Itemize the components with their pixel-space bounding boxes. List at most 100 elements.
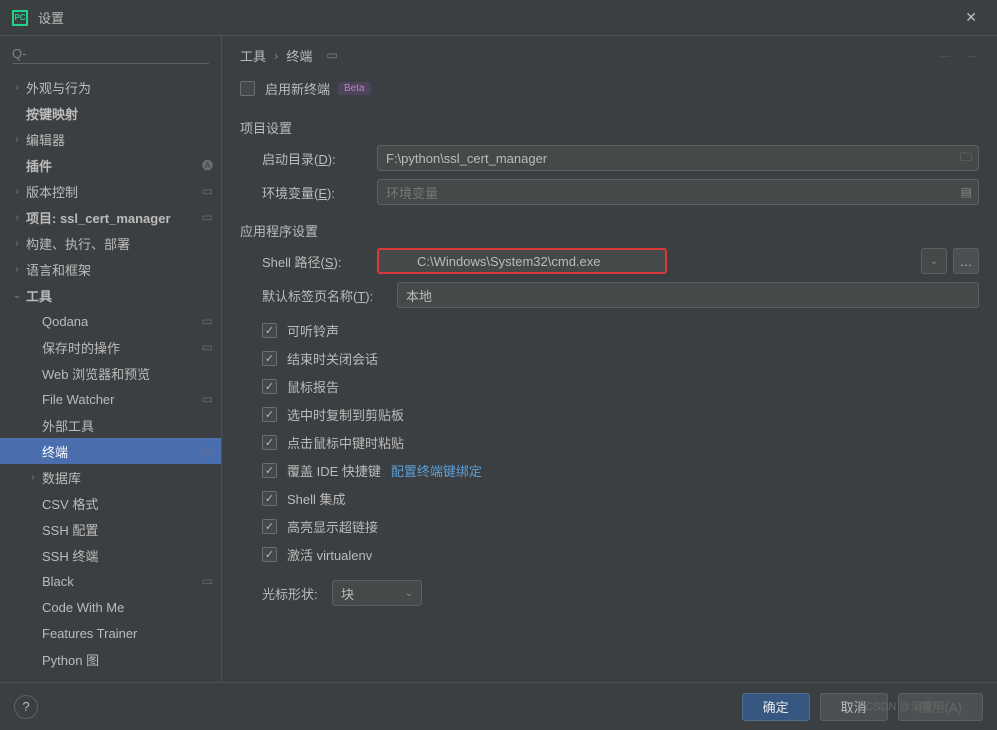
list-icon[interactable]: ▤ [961, 185, 972, 199]
sidebar-item[interactable]: ›项目: ssl_cert_manager▭ [0, 204, 221, 230]
breadcrumb-parent[interactable]: 工具 [240, 46, 266, 65]
checkbox-activate-venv[interactable] [262, 547, 277, 562]
section-project-settings: 项目设置 [240, 118, 979, 137]
sidebar-item[interactable]: SSH 终端 [0, 542, 221, 568]
row-env-var: 环境变量(E): 环境变量 ▤ [262, 179, 979, 205]
row-cursor-shape: 光标形状: 块 ⌄ [262, 580, 979, 606]
row-close-session[interactable]: 结束时关闭会话 [262, 344, 979, 372]
chevron-icon: ⌄ [12, 290, 22, 301]
close-icon[interactable]: ✕ [957, 5, 985, 30]
checkbox-close-session[interactable] [262, 351, 277, 366]
checkbox-copy-select[interactable] [262, 407, 277, 422]
sidebar-item[interactable]: 保存时的操作▭ [0, 334, 221, 360]
sidebar-item[interactable]: 终端 ▭ [0, 438, 221, 464]
sidebar-item[interactable]: Web 浏览器和预览 [0, 360, 221, 386]
folder-icon[interactable]: 🗀 [960, 148, 972, 169]
sidebar-item[interactable]: ›版本控制▭ [0, 178, 221, 204]
sidebar-item-label: Qodana [42, 314, 196, 329]
sidebar-item[interactable]: Code With Me [0, 594, 221, 620]
forward-icon[interactable]: → [963, 46, 979, 64]
sidebar-item-label: 插件 [26, 156, 202, 175]
sidebar-item[interactable]: 按键映射 [0, 100, 221, 126]
checkbox-highlight-links[interactable] [262, 519, 277, 534]
sidebar-item-label: 外观与行为 [26, 78, 213, 97]
sidebar-item-label: 编辑器 [26, 130, 213, 149]
label-shell-integration: Shell 集成 [287, 489, 346, 508]
sidebar-item[interactable]: SSH 配置 [0, 516, 221, 542]
chevron-icon: › [28, 472, 38, 483]
sidebar-item-label: 数据库 [42, 468, 213, 487]
section-app-settings: 应用程序设置 [240, 221, 979, 240]
chevron-right-icon: › [274, 48, 278, 63]
sidebar-item[interactable]: ›外观与行为 [0, 74, 221, 100]
row-mouse-report[interactable]: 鼠标报告 [262, 372, 979, 400]
checkbox-enable-new-terminal[interactable] [240, 81, 255, 96]
sidebar-item[interactable]: 外部工具 [0, 412, 221, 438]
label-env-var: 环境变量(E): [262, 183, 377, 202]
label-activate-venv: 激活 virtualenv [287, 545, 372, 564]
sidebar-item[interactable]: ›语言和框架 [0, 256, 221, 282]
input-start-dir[interactable]: F:\python\ssl_cert_manager 🗀 [377, 145, 979, 171]
help-button[interactable]: ? [14, 695, 38, 719]
sidebar-item[interactable]: › 构建、执行、部署 [0, 230, 221, 256]
input-env-var[interactable]: 环境变量 ▤ [377, 179, 979, 205]
apply-button[interactable]: 应用(A) [898, 693, 983, 721]
input-default-tab[interactable]: 本地 [397, 282, 979, 308]
chevron-icon: › [12, 238, 22, 249]
input-shell-path-highlight[interactable]: C:\Windows\System32\cmd.exe [377, 248, 667, 274]
beta-badge: Beta [338, 82, 371, 95]
checkbox-mouse-report[interactable] [262, 379, 277, 394]
back-icon[interactable]: ← [937, 46, 953, 64]
settings-tree[interactable]: ›外观与行为按键映射›编辑器插件🅐›版本控制▭›项目: ssl_cert_man… [0, 74, 221, 682]
label-shell-path: Shell 路径(S): [262, 252, 377, 271]
row-override-ide[interactable]: 覆盖 IDE 快捷键配置终端键绑定 [262, 456, 979, 484]
project-scope-icon: ▭ [202, 574, 213, 588]
sidebar-item-label: Web 浏览器和预览 [42, 364, 213, 383]
row-middle-paste[interactable]: 点击鼠标中键时粘贴 [262, 428, 979, 456]
sidebar-item[interactable]: Python 图 [0, 646, 221, 672]
row-activate-venv[interactable]: 激活 virtualenv [262, 540, 979, 568]
value-shell-path: C:\Windows\System32\cmd.exe [417, 254, 601, 269]
sidebar-item-label: 工具 [26, 286, 213, 305]
sidebar-item[interactable]: Qodana▭ [0, 308, 221, 334]
sidebar-item[interactable]: ›编辑器 [0, 126, 221, 152]
search-row [0, 36, 221, 74]
row-shell-integration[interactable]: Shell 集成 [262, 484, 979, 512]
project-scope-icon: ▭ [202, 392, 213, 406]
checkbox-middle-paste[interactable] [262, 435, 277, 450]
label-mouse-report: 鼠标报告 [287, 377, 339, 396]
sidebar-item-label: Black [42, 574, 196, 589]
checkbox-shell-integration[interactable] [262, 491, 277, 506]
sidebar-item[interactable]: 插件🅐 [0, 152, 221, 178]
sidebar-item[interactable]: › 数据库 [0, 464, 221, 490]
select-cursor-shape[interactable]: 块 ⌄ [332, 580, 422, 606]
row-highlight-links[interactable]: 高亮显示超链接 [262, 512, 979, 540]
browse-button[interactable]: … [953, 248, 979, 274]
ok-button[interactable]: 确定 [742, 693, 810, 721]
label-override-ide: 覆盖 IDE 快捷键 [287, 461, 381, 480]
sidebar-item-label: 终端 [42, 442, 196, 461]
sidebar-item-label: 构建、执行、部署 [26, 234, 213, 253]
link-configure-keys[interactable]: 配置终端键绑定 [391, 461, 482, 480]
sidebar-item[interactable]: Features Trainer [0, 620, 221, 646]
sidebar-item-label: 按键映射 [26, 104, 213, 123]
reset-icon[interactable]: ▭ [326, 48, 337, 62]
checkbox-audible[interactable] [262, 323, 277, 338]
label-middle-paste: 点击鼠标中键时粘贴 [287, 433, 404, 452]
sidebar-item[interactable]: CSV 格式 [0, 490, 221, 516]
sidebar-item[interactable]: File Watcher▭ [0, 386, 221, 412]
checkbox-override-ide[interactable] [262, 463, 277, 478]
row-audible[interactable]: 可听铃声 [262, 316, 979, 344]
label-cursor-shape: 光标形状: [262, 584, 332, 603]
titlebar: 设置 ✕ [0, 0, 997, 35]
row-copy-select[interactable]: 选中时复制到剪贴板 [262, 400, 979, 428]
sidebar-item-label: Python 图 [42, 650, 213, 669]
sidebar-item[interactable]: ⌄ 工具 [0, 282, 221, 308]
cancel-button[interactable]: 取消 [820, 693, 888, 721]
sidebar-item[interactable]: Black ▭ [0, 568, 221, 594]
chevron-icon: › [12, 186, 22, 197]
search-input[interactable] [12, 44, 209, 64]
shell-path-dropdown[interactable]: ⌄ [921, 248, 947, 274]
row-enable-new-terminal[interactable]: 启用新终端 Beta [240, 74, 979, 102]
project-scope-icon: ▭ [202, 444, 213, 458]
